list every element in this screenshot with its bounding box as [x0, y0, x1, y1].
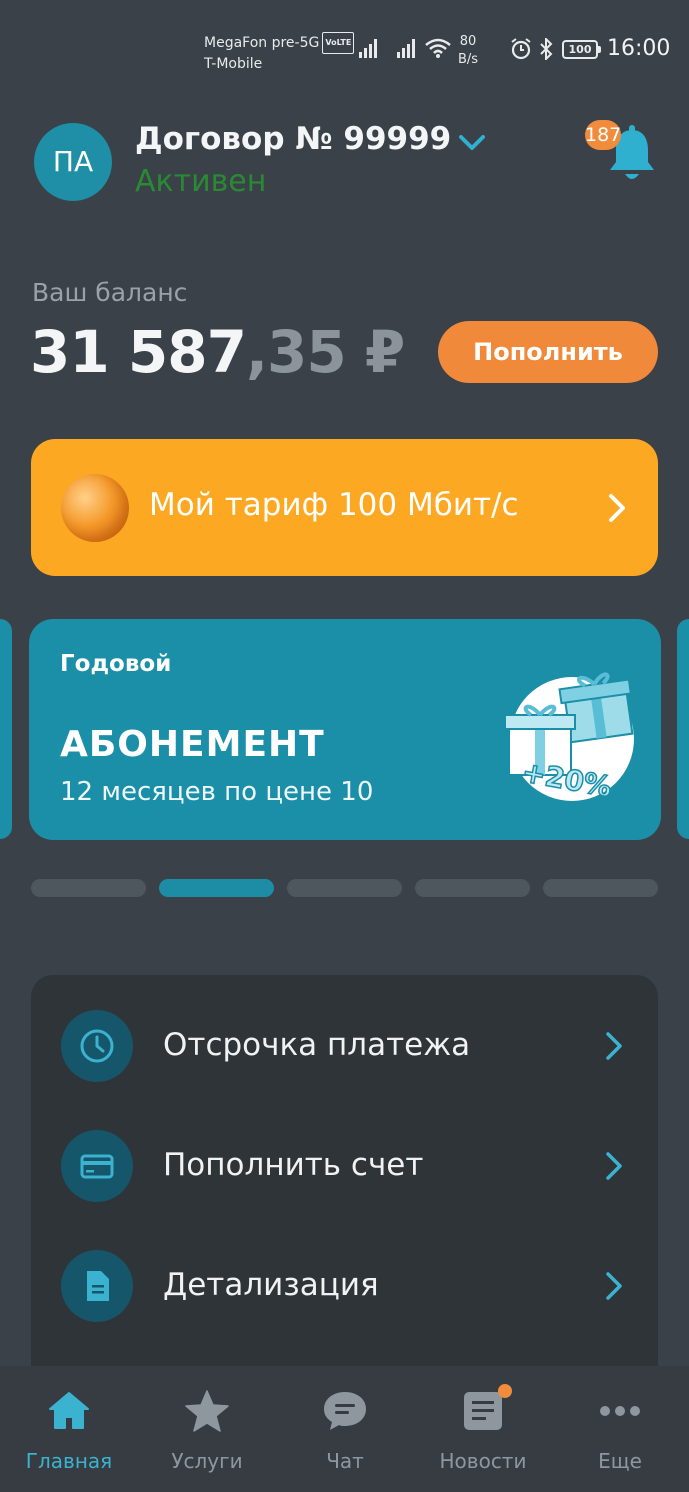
- card-icon-circle: [61, 1130, 133, 1202]
- chat-icon: [324, 1392, 366, 1430]
- avatar[interactable]: ПА: [34, 123, 112, 201]
- chevron-right-icon: [606, 1152, 622, 1180]
- nav-chat[interactable]: Чат: [276, 1366, 414, 1492]
- card-icon: [80, 1154, 114, 1179]
- star-icon: [185, 1390, 229, 1432]
- carousel-dot[interactable]: [543, 879, 658, 897]
- network-speed: 80 B/s: [458, 33, 478, 69]
- clock: 16:00: [607, 36, 671, 61]
- tariff-label: Мой тариф 100 Мбит/с: [149, 487, 519, 523]
- menu-item-details[interactable]: Детализация: [31, 1235, 658, 1335]
- menu-item-label: Детализация: [163, 1267, 379, 1303]
- balance-label: Ваш баланс: [32, 278, 188, 307]
- more-icon: [600, 1406, 640, 1416]
- carousel-next-card[interactable]: [677, 619, 689, 839]
- wifi-icon: [425, 38, 451, 58]
- carousel-indicators: [31, 879, 658, 897]
- actions-menu: Отсрочка платежа Пополнить счет Детализа…: [31, 975, 658, 1395]
- carrier-info: MegaFon pre-5G VoLTE T-Mobile: [204, 32, 355, 74]
- nav-label: Еще: [598, 1449, 642, 1473]
- chevron-down-icon[interactable]: [458, 132, 486, 154]
- globe-icon: [61, 474, 129, 542]
- clock-icon: [80, 1029, 114, 1063]
- home-icon: [49, 1392, 89, 1429]
- carousel-dot[interactable]: [31, 879, 146, 897]
- gift-icon: +20%: [504, 672, 634, 804]
- carousel-dot-active[interactable]: [159, 879, 274, 897]
- promo-subtitle: 12 месяцев по цене 10: [60, 777, 374, 807]
- document-icon-circle: [61, 1250, 133, 1322]
- chevron-right-icon: [609, 494, 625, 522]
- chevron-right-icon: [606, 1272, 622, 1300]
- tariff-card[interactable]: Мой тариф 100 Мбит/с: [31, 439, 658, 576]
- menu-item-topup-account[interactable]: Пополнить счет: [31, 1115, 658, 1215]
- nav-services[interactable]: Услуги: [138, 1366, 276, 1492]
- balance-amount: 31 587,35 ₽: [30, 318, 405, 386]
- battery-indicator: 100: [562, 40, 601, 59]
- document-icon: [87, 1271, 109, 1301]
- nav-label: Услуги: [171, 1449, 243, 1473]
- signal-icon-2: [397, 39, 415, 58]
- topup-button[interactable]: Пополнить: [438, 321, 658, 383]
- nav-label: Новости: [439, 1449, 527, 1473]
- volte-badge: VoLTE: [322, 32, 355, 54]
- contract-title[interactable]: Договор № 99999: [135, 121, 451, 157]
- carrier-secondary: T-Mobile: [204, 56, 263, 72]
- carrier-primary: MegaFon pre-5G: [204, 35, 320, 51]
- balance-integer: 31 587: [30, 318, 247, 386]
- contract-status: Активен: [135, 164, 267, 199]
- carousel-dot[interactable]: [415, 879, 530, 897]
- notification-badge: 187: [585, 120, 621, 150]
- chevron-right-icon: [606, 1032, 622, 1060]
- speed-value: 80: [459, 34, 477, 49]
- clock-icon-circle: [61, 1010, 133, 1082]
- balance-fraction: ,35 ₽: [245, 318, 405, 386]
- menu-item-label: Пополнить счет: [163, 1147, 424, 1183]
- news-unread-dot: [498, 1384, 512, 1398]
- promo-title: АБОНЕМЕНТ: [60, 724, 325, 765]
- bluetooth-icon: [540, 38, 553, 60]
- nav-news[interactable]: Новости: [414, 1366, 552, 1492]
- speed-unit: B/s: [458, 52, 479, 67]
- nav-home[interactable]: Главная: [0, 1366, 138, 1492]
- promo-card[interactable]: Годовой АБОНЕМЕНТ 12 месяцев по цене 10 …: [29, 619, 661, 840]
- menu-item-label: Отсрочка платежа: [163, 1027, 471, 1063]
- bottom-navigation: Главная Услуги Чат Новости Еще: [0, 1366, 689, 1492]
- nav-label: Главная: [25, 1449, 113, 1473]
- nav-more[interactable]: Еще: [551, 1366, 689, 1492]
- nav-label: Чат: [326, 1449, 364, 1473]
- carousel-dot[interactable]: [287, 879, 402, 897]
- status-bar: MegaFon pre-5G VoLTE T-Mobile 80 B/s 100 …: [0, 0, 689, 90]
- signal-icon: [359, 39, 377, 58]
- promo-small-label: Годовой: [60, 651, 172, 677]
- menu-item-payment-deferral[interactable]: Отсрочка платежа: [31, 995, 658, 1095]
- carousel-prev-card[interactable]: [0, 619, 12, 839]
- alarm-icon: [511, 38, 531, 60]
